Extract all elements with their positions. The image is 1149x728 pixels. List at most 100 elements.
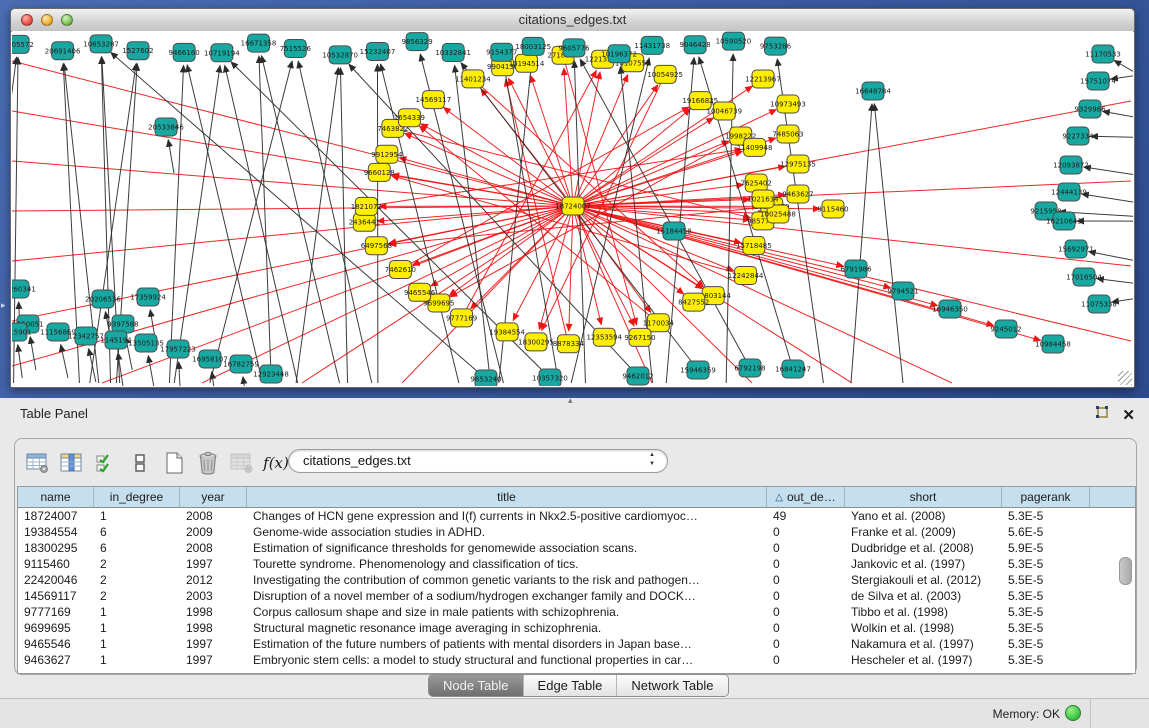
citation-edge-black[interactable] [1103,111,1133,116]
graph-node[interactable]: 17016504 [1066,268,1102,286]
graph-node[interactable]: 10054925 [647,65,683,83]
citation-edge-black[interactable] [61,345,68,378]
citation-edge-black[interactable] [1114,61,1133,72]
graph-node[interactable]: 12353594 [586,328,622,346]
citation-edge-black[interactable] [340,68,347,383]
table-scrollbar-thumb[interactable] [1119,557,1132,585]
citation-edge-black[interactable] [168,140,174,173]
citation-edge-red[interactable] [509,78,573,206]
graph-node[interactable]: 7462610 [385,260,416,278]
table-row[interactable]: 2242004622012Investigating the contribut… [18,572,1135,588]
close-panel-icon[interactable]: ✕ [1122,408,1135,423]
column-header-out-de-[interactable]: △out_de… [767,487,845,507]
citation-edge-black[interactable] [296,68,338,383]
memory-status-indicator[interactable] [1065,705,1081,721]
citation-edge-black[interactable] [874,104,903,383]
graph-node[interactable]: 9329966 [1074,100,1106,118]
graph-node[interactable]: 15692971 [1058,240,1094,258]
citation-edge-red[interactable] [449,206,573,295]
graph-node[interactable]: 10984458 [1035,335,1071,353]
citation-edge-black[interactable] [212,372,217,386]
graph-node[interactable]: 8427552 [678,293,709,311]
graph-node[interactable]: 9245012 [990,320,1021,338]
delete-table-button[interactable] [227,449,257,477]
graph-node[interactable]: 9853240 [470,370,501,386]
graph-node[interactable]: 20691406 [45,42,81,60]
table-row[interactable]: 946362711997Embryonic stem cells: a mode… [18,652,1135,668]
graph-node[interactable]: 9777169 [446,309,477,327]
citation-edge-black[interactable] [243,377,248,386]
table-row[interactable]: 977716911998Corpus callosum shape and si… [18,604,1135,620]
graph-node[interactable]: 9794521 [887,282,918,300]
graph-node[interactable]: 9753286 [760,37,792,55]
citation-edge-red[interactable] [473,79,704,287]
citation-edge-black[interactable] [1091,136,1133,137]
citation-edge-black[interactable] [148,356,154,386]
graph-node[interactable]: 15751074 [1080,72,1116,90]
graph-node[interactable]: 17957223 [160,340,196,358]
table-row[interactable]: 969969511998Structural magnetic resonanc… [18,620,1135,636]
function-builder-button[interactable]: f(x) [261,449,291,477]
citation-edge-red[interactable] [573,110,776,206]
graph-node[interactable]: 11075338 [1081,295,1117,313]
graph-node[interactable]: 12242844 [728,267,764,285]
graph-node[interactable]: 9463627 [782,185,813,203]
citation-edge-black[interactable] [89,349,96,382]
graph-node[interactable]: 7625402 [741,174,772,192]
graph-node[interactable]: 9267150 [624,328,655,346]
citation-edge-red[interactable] [419,126,658,323]
graph-node[interactable]: 16648784 [855,82,891,100]
graph-node[interactable]: 10590520 [716,32,752,50]
graph-node[interactable]: 1654339 [394,109,425,127]
new-column-button[interactable] [159,449,189,477]
network-window-titlebar[interactable]: citations_edges.txt [11,9,1134,32]
column-header-year[interactable]: year [180,487,247,507]
left-splitter-handle[interactable]: ▸ [1,300,6,311]
column-header-title[interactable]: title [247,487,767,507]
graph-node[interactable]: 15946359 [680,361,716,379]
graph-node[interactable]: 16841247 [775,360,811,378]
graph-node[interactable]: 1821072 [351,197,382,215]
graph-node[interactable]: 15232407 [360,42,396,60]
graph-node[interactable]: 12093872 [1053,156,1089,174]
graph-node[interactable]: 18003125 [515,37,551,55]
table-selector-dropdown[interactable]: citations_edges.txt ▲▼ [288,449,668,473]
graph-node[interactable]: 10260341 [12,280,36,298]
graph-node[interactable]: 11170533 [1085,45,1121,63]
graph-node[interactable]: 7515526 [280,40,312,58]
graph-node[interactable]: 1527602 [122,42,153,60]
table-row[interactable]: 946554611997Estimation of the future num… [18,636,1135,652]
float-panel-icon[interactable] [1094,405,1110,426]
graph-node[interactable]: 7485063 [772,125,803,143]
graph-node[interactable]: 2436441 [349,213,380,231]
graph-node[interactable]: 16946350 [932,300,968,318]
citation-edge-black[interactable] [262,56,340,383]
graph-node[interactable]: 11431738 [634,36,670,54]
tab-edge-table[interactable]: Edge Table [524,675,618,696]
graph-node[interactable]: 9605776 [558,39,590,57]
table-row[interactable]: 1456911722003Disruption of a novel membe… [18,588,1135,604]
graph-node[interactable]: 9856329 [401,33,432,51]
table-row[interactable]: 1872400712008Changes of HCN gene express… [18,508,1135,524]
selection-mode-button[interactable] [91,449,121,477]
citation-edge-black[interactable] [179,362,181,386]
graph-node[interactable]: 10653287 [83,35,119,53]
citation-edge-black[interactable] [1089,252,1133,261]
graph-node[interactable]: 9154377 [486,43,517,61]
citation-edge-red[interactable] [564,68,573,206]
graph-node[interactable]: 12975135 [780,155,816,173]
graph-node[interactable]: 13505135 [128,334,164,352]
citation-edge-red[interactable] [12,111,573,206]
tab-network-table[interactable]: Network Table [617,675,727,696]
graph-node[interactable]: 11401234 [455,70,491,88]
citation-edge-black[interactable] [18,345,23,378]
row-height-button[interactable] [125,449,155,477]
column-header-pagerank[interactable]: pagerank [1002,487,1090,507]
citation-edge-red[interactable] [569,206,573,331]
citation-edge-red[interactable] [202,206,573,383]
graph-node[interactable]: 10357320 [532,369,568,386]
graph-node[interactable]: 16671358 [241,34,277,52]
graph-node[interactable]: 9660128 [364,163,395,181]
graph-node[interactable]: 12213967 [745,70,781,88]
graph-node[interactable]: 6791986 [840,260,872,278]
